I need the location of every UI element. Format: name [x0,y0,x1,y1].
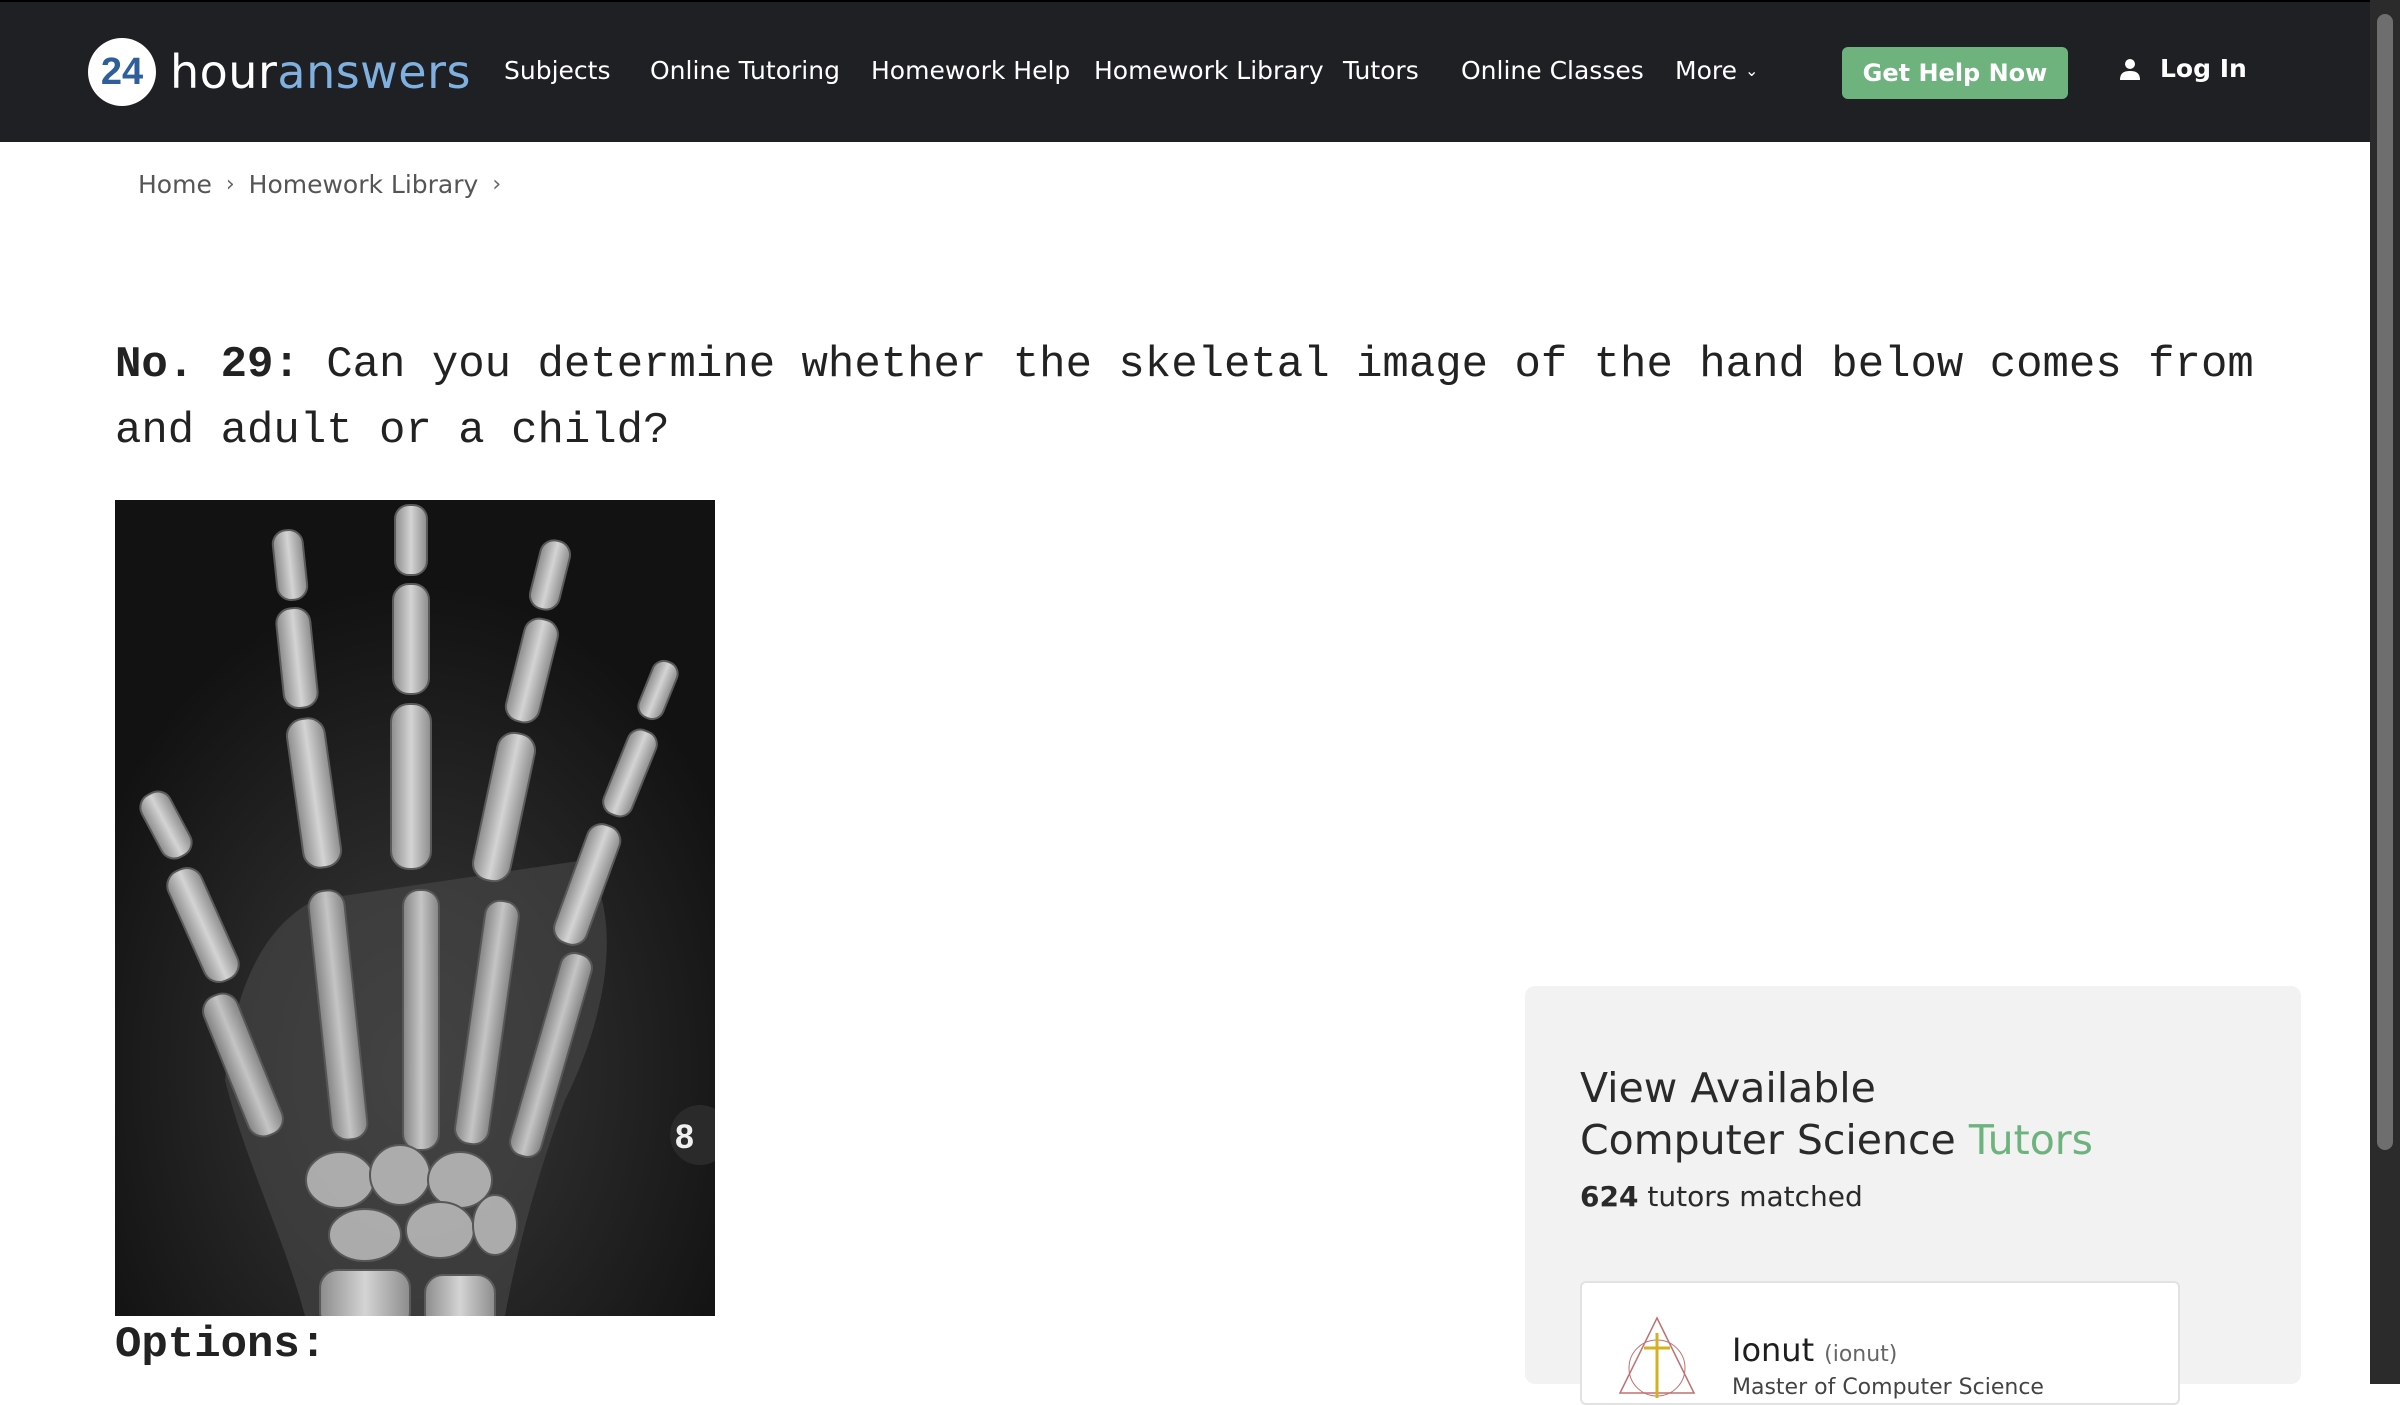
breadcrumb-homework-library[interactable]: Homework Library [249,170,479,199]
logo-word-answers: answers [277,45,471,99]
login-button[interactable]: Log In [2118,54,2247,83]
site-logo[interactable]: 24 houranswers [88,36,471,108]
nav-homework-library[interactable]: Homework Library [1094,56,1324,85]
tutor-degree: Master of Computer Science [1732,1375,2044,1400]
tutor-panel-title: View Available Computer Science Tutors [1580,1062,2093,1166]
hand-xray-illustration: 8 [115,500,715,1316]
logo-wordmark: houranswers [170,45,471,99]
tutor-panel-title-line1: View Available [1580,1064,1876,1112]
nav-online-classes[interactable]: Online Classes [1461,56,1644,85]
logo-badge: 24 [88,38,156,106]
tutor-panel: View Available Computer Science Tutors 6… [1525,986,2301,1405]
nav-tutors[interactable]: Tutors [1343,56,1419,85]
question-body: Can you determine whether the skeletal i… [115,340,2254,456]
breadcrumb: Home › Homework Library › [138,170,515,199]
nav-more[interactable]: More ⌄ [1675,56,1758,85]
hand-xray-image: 8 [115,500,715,1316]
scrollbar-thumb[interactable] [2377,14,2393,1150]
breadcrumb-home[interactable]: Home [138,170,212,199]
tutor-avatar [1618,1316,1696,1398]
tutor-panel-subject: Computer Science [1580,1116,1956,1164]
tutor-panel-title-line2: Computer Science Tutors [1580,1114,2093,1166]
tutors-matched-count: 624 tutors matched [1580,1180,1863,1213]
site-header: 24 houranswers Subjects Online Tutoring … [0,0,2370,142]
svg-text:8: 8 [675,1118,694,1156]
tutor-handle: (ionut) [1824,1342,1898,1367]
chevron-down-icon: ⌄ [1744,61,1759,80]
page-scrollbar[interactable] [2370,0,2400,1384]
breadcrumb-separator-icon: › [492,172,502,197]
options-heading: Options: [115,1320,327,1370]
question-text: No. 29: Can you determine whether the sk… [115,332,2285,464]
tutor-card[interactable]: Ionut (ionut) Master of Computer Science [1580,1281,2180,1405]
tutor-name: Ionut (ionut) [1732,1331,1897,1369]
login-label: Log In [2160,54,2247,83]
nav-more-label: More [1675,56,1737,85]
nav-online-tutoring[interactable]: Online Tutoring [650,56,840,85]
matched-suffix: tutors matched [1647,1180,1863,1213]
tutor-panel-accent: Tutors [1968,1116,2094,1164]
breadcrumb-separator-icon: › [225,172,235,197]
nav-subjects[interactable]: Subjects [504,56,610,85]
nav-homework-help[interactable]: Homework Help [871,56,1070,85]
user-icon [2120,58,2140,80]
question-number: No. 29: [115,340,300,390]
get-help-now-button[interactable]: Get Help Now [1842,47,2068,99]
matched-number: 624 [1580,1180,1639,1213]
tutor-name-text: Ionut [1732,1331,1815,1369]
logo-word-hour: hour [170,45,278,99]
